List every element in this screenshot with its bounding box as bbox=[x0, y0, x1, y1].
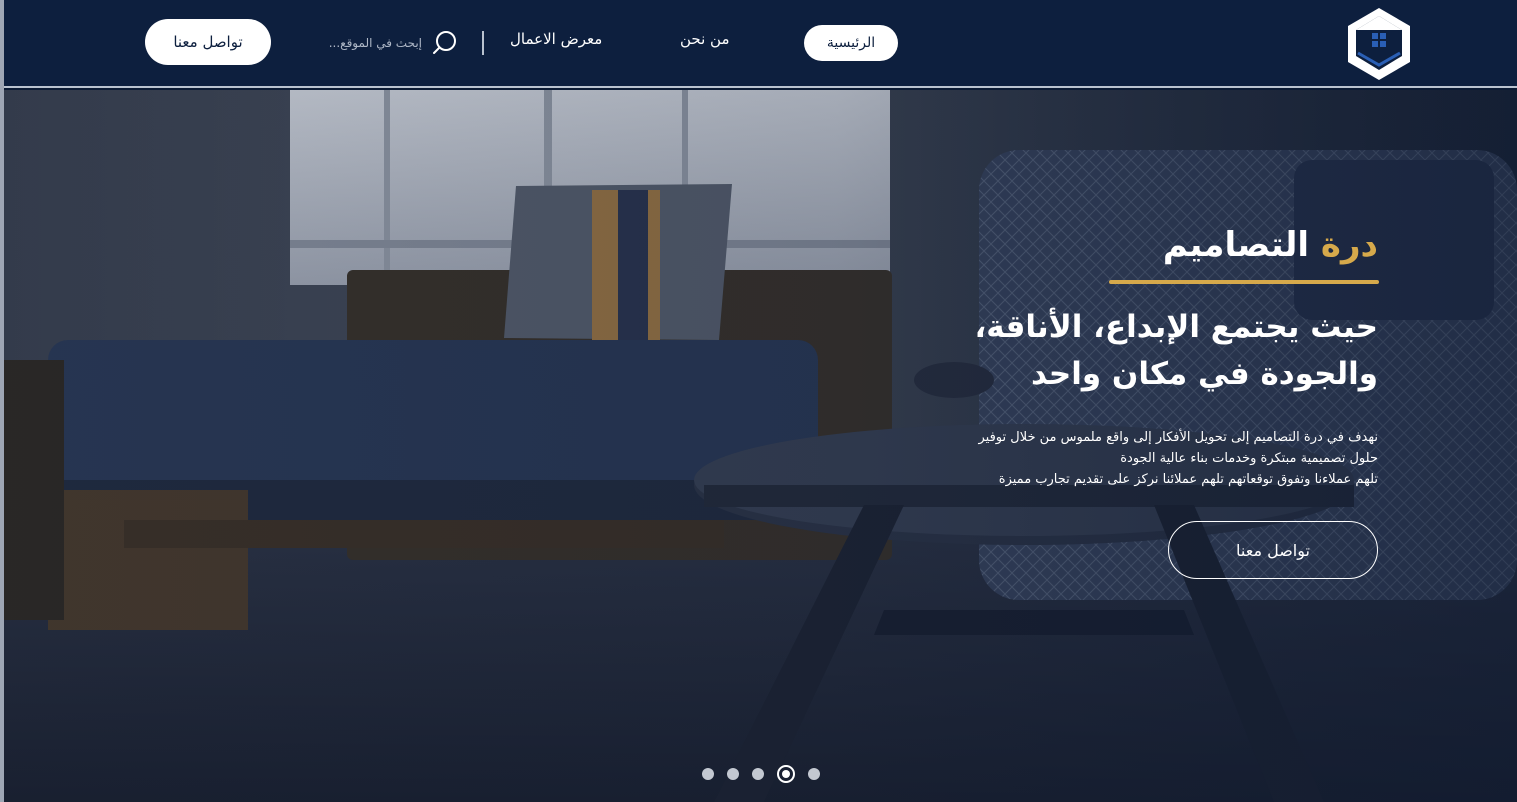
slider-dot[interactable] bbox=[727, 768, 739, 780]
hero-headline-line2: والجودة في مكان واحد bbox=[1030, 356, 1378, 392]
hero-desc-line1: نهدف في درة التصاميم إلى تحويل الأفكار إ… bbox=[978, 430, 1379, 445]
slider-dot-active[interactable] bbox=[777, 765, 795, 783]
header-contact-button[interactable]: تواصل معنا bbox=[145, 19, 271, 65]
nav-divider bbox=[482, 31, 484, 55]
hero-desc-line2: حلول تصميمية مبتكرة وخدمات بناء عالية ال… bbox=[1120, 451, 1378, 466]
hero-section: درة التصاميم حيث يجتمع الإبداع، الأناقة،… bbox=[4, 90, 1517, 802]
hero-desc-line3: تلهم عملاءنا وتفوق توقعاتهم تلهم عملائنا… bbox=[998, 472, 1378, 487]
slider-dot[interactable] bbox=[808, 768, 820, 780]
house-logo-icon[interactable] bbox=[1346, 6, 1412, 80]
nav-link-gallery[interactable]: معرض الاعمال bbox=[510, 30, 602, 48]
title-underline bbox=[1109, 280, 1379, 284]
search-icon[interactable] bbox=[432, 30, 458, 56]
nav-link-about[interactable]: من نحن bbox=[680, 30, 730, 48]
window-edge bbox=[0, 0, 4, 802]
hero-description: نهدف في درة التصاميم إلى تحويل الأفكار إ… bbox=[908, 427, 1379, 490]
slider-dots bbox=[702, 765, 820, 783]
hero-headline: حيث يجتمع الإبداع، الأناقة، والجودة في م… bbox=[958, 304, 1378, 398]
hero-headline-line1: حيث يجتمع الإبداع، الأناقة، bbox=[974, 309, 1378, 345]
search-input[interactable] bbox=[304, 29, 422, 57]
slider-dot[interactable] bbox=[752, 768, 764, 780]
hero-title-accent: درة bbox=[1320, 225, 1378, 265]
hero-contact-button[interactable]: تواصل معنا bbox=[1168, 521, 1378, 579]
nav-link-home[interactable]: الرئيسية bbox=[804, 25, 898, 61]
hero-title-rest: التصاميم bbox=[1162, 225, 1310, 265]
search-bar bbox=[304, 28, 464, 58]
slider-dot[interactable] bbox=[702, 768, 714, 780]
top-navbar: تواصل معنا معرض الاعمال من نحن الرئيسية bbox=[4, 0, 1517, 88]
hero-title: درة التصاميم bbox=[1163, 225, 1378, 265]
